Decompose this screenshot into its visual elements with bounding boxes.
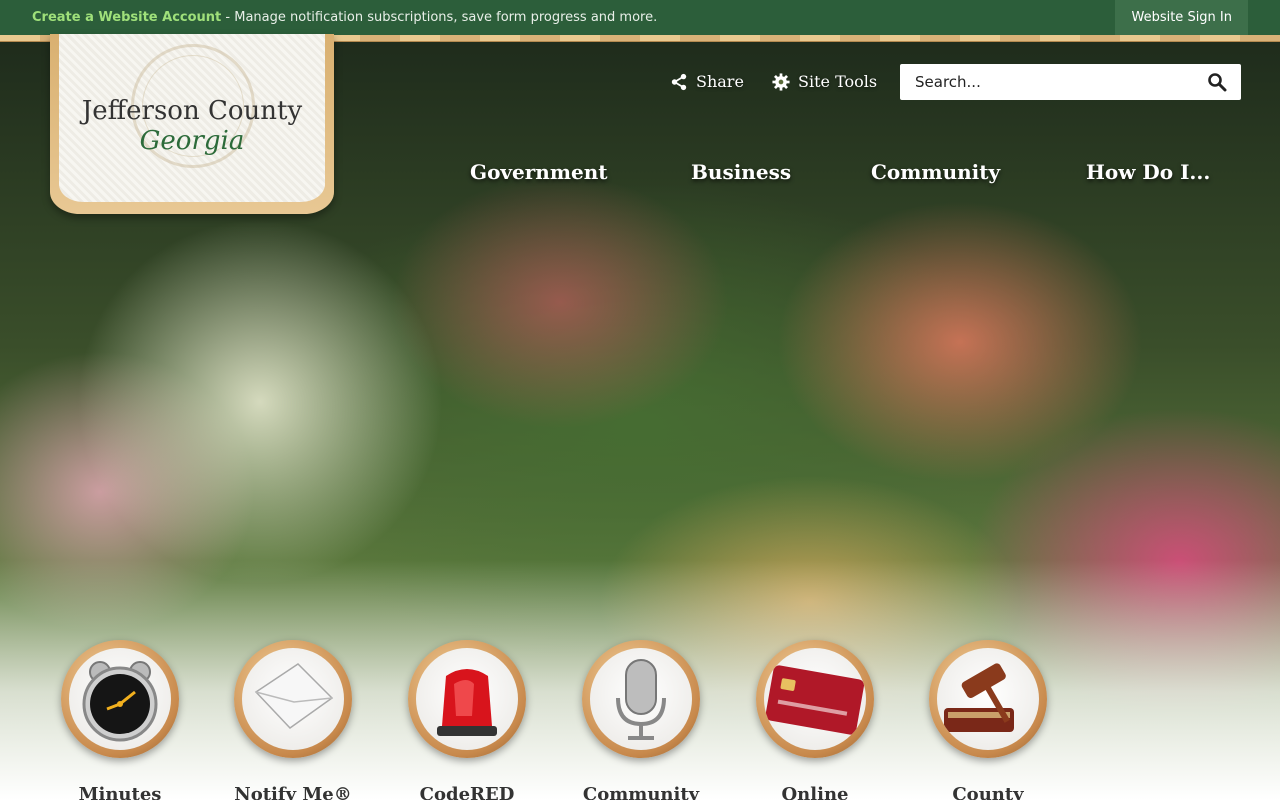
quick-link-notify-me[interactable]: Notify Me® xyxy=(218,640,368,800)
share-button[interactable]: Share xyxy=(670,72,744,91)
search-box xyxy=(900,64,1241,100)
credit-card-icon xyxy=(764,648,866,750)
gear-icon xyxy=(772,72,790,91)
site-tools-label: Site Tools xyxy=(798,72,878,91)
quick-link-frame xyxy=(582,640,700,758)
quick-link-frame xyxy=(929,640,1047,758)
quick-link-codered[interactable]: CodeRED xyxy=(392,640,542,800)
nav-how-do-i[interactable]: How Do I... xyxy=(1086,160,1210,184)
quick-link-community[interactable]: Community xyxy=(566,640,716,800)
quick-link-label: Minutes xyxy=(78,784,162,800)
main-navigation: Government Business Community How Do I..… xyxy=(0,160,1280,190)
quick-links: Minutes Notify Me® CodeRED Community Onl… xyxy=(0,640,1280,800)
website-sign-in-button[interactable]: Website Sign In xyxy=(1115,0,1248,35)
account-message-text: - Manage notification subscriptions, sav… xyxy=(221,10,658,25)
microphone-icon xyxy=(590,648,692,750)
share-icon xyxy=(671,73,687,90)
quick-link-frame xyxy=(61,640,179,758)
siren-light-icon xyxy=(416,648,518,750)
search-icon xyxy=(1208,73,1227,92)
quick-link-frame xyxy=(756,640,874,758)
quick-link-label: Notify Me® xyxy=(234,784,352,800)
quick-link-online[interactable]: Online xyxy=(740,640,890,800)
quick-link-label: Community xyxy=(582,784,700,800)
gavel-icon xyxy=(937,648,1039,750)
quick-link-frame xyxy=(234,640,352,758)
top-notification-bar: Create a Website Account - Manage notifi… xyxy=(0,0,1280,35)
nav-government[interactable]: Government xyxy=(470,160,608,184)
account-message: Create a Website Account - Manage notifi… xyxy=(0,10,657,25)
quick-link-frame xyxy=(408,640,526,758)
nav-community[interactable]: Community xyxy=(871,160,1000,184)
logo-subtitle: Georgia xyxy=(139,126,245,156)
quick-link-minutes[interactable]: Minutes xyxy=(45,640,195,800)
alarm-clock-icon xyxy=(69,648,171,750)
create-account-link[interactable]: Create a Website Account xyxy=(32,10,221,25)
search-input[interactable] xyxy=(900,64,1193,100)
quick-link-label: Online xyxy=(781,784,849,800)
quick-link-label: CodeRED xyxy=(419,784,515,800)
quick-link-label: County xyxy=(952,784,1024,800)
quick-link-county[interactable]: County xyxy=(913,640,1063,800)
nav-business[interactable]: Business xyxy=(691,160,791,184)
envelope-icon xyxy=(242,648,344,750)
site-tools-button[interactable]: Site Tools xyxy=(772,72,877,91)
share-label: Share xyxy=(696,72,744,91)
search-button[interactable] xyxy=(1193,64,1241,100)
logo-title: Jefferson County xyxy=(81,96,303,126)
